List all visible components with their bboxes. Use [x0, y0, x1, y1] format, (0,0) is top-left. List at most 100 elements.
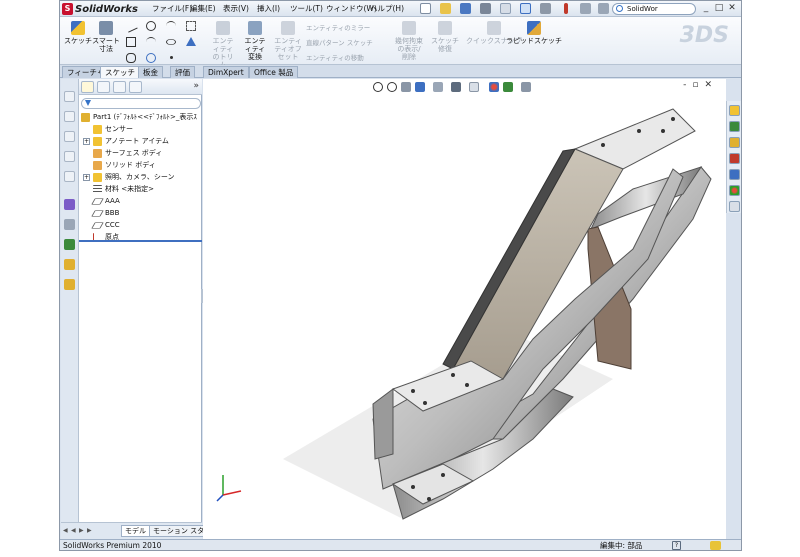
search-results-icon[interactable] — [729, 153, 740, 164]
minimize-button[interactable]: _ — [700, 3, 712, 14]
view-palette-icon[interactable] — [729, 169, 740, 180]
move-entities-button[interactable]: エンティティの移動 — [306, 52, 364, 62]
select-icon[interactable] — [520, 3, 531, 14]
dimxpert-tab-icon[interactable] — [129, 81, 142, 93]
tree-item[interactable]: AAA — [91, 196, 120, 207]
tree-item[interactable]: BBB — [91, 208, 119, 219]
tree-item[interactable]: 材料 <未指定> — [93, 184, 154, 195]
undo-icon[interactable] — [500, 3, 511, 14]
configuration-tab-icon[interactable] — [113, 81, 126, 93]
trim-entities-button[interactable]: エンティティのトリム — [210, 21, 236, 69]
open-icon[interactable] — [440, 3, 451, 14]
last-tab-icon[interactable]: ▶ — [87, 527, 93, 534]
point-icon[interactable] — [170, 56, 173, 59]
tab-dimxpert[interactable]: DimXpert — [203, 66, 249, 78]
close-button[interactable]: ✕ — [726, 3, 738, 14]
surface-tool-icon[interactable] — [64, 171, 75, 182]
product-name: SolidWorks Premium 2010 — [63, 541, 162, 550]
graphics-area[interactable]: -▫✕ — [203, 79, 726, 539]
tab-sheet-metal[interactable]: 板金 — [138, 66, 163, 78]
solidworks-logo[interactable]: S SolidWorks — [62, 2, 138, 16]
tree-item[interactable]: サーフェス ボディ — [93, 148, 162, 159]
help-icon[interactable]: ? — [672, 541, 681, 550]
status-bar: SolidWorks Premium 2010 編集中: 部品 ? — [60, 539, 741, 550]
display-relations-button[interactable]: 幾何拘束の表示/削除 — [394, 21, 424, 61]
offset-label: エンティティオフセット — [274, 37, 302, 61]
expand-icon[interactable]: + — [83, 138, 90, 145]
expand-icon[interactable]: + — [83, 174, 90, 181]
linear-pattern-button[interactable]: 直線パターン スケッチ — [306, 37, 373, 47]
tree-root[interactable]: Part1 (ﾃﾞﾌｫﾙﾄ<<ﾃﾞﾌｫﾙﾄ>_表示ｽ — [81, 112, 197, 123]
part-icon — [81, 113, 90, 122]
sketch-pen-icon[interactable] — [64, 199, 75, 210]
offset-entities-button[interactable]: エンティティオフセット — [274, 21, 302, 61]
circle-icon[interactable] — [146, 21, 156, 31]
rectangle-icon[interactable] — [126, 37, 136, 47]
line-icon[interactable] — [124, 19, 138, 33]
tree-item[interactable]: + アノテート アイテム — [83, 136, 169, 147]
tree-item[interactable]: CCC — [91, 220, 120, 231]
file-properties-icon[interactable] — [580, 3, 591, 14]
polygon-icon[interactable] — [146, 53, 156, 63]
text-icon[interactable] — [186, 37, 196, 46]
convert-entities-button[interactable]: エンティティ変換 — [242, 21, 268, 61]
repair-sketch-icon — [438, 21, 452, 35]
traffic-light-icon[interactable] — [564, 3, 568, 14]
file-explorer-icon[interactable] — [729, 137, 740, 148]
menu-insert[interactable]: 挿入(I) — [257, 3, 280, 15]
menu-tools[interactable]: ツール(T) — [290, 3, 323, 15]
options-icon[interactable] — [598, 3, 609, 14]
save-icon[interactable] — [460, 3, 471, 14]
feature-tree-tab-icon[interactable] — [81, 81, 94, 93]
spline-icon[interactable] — [166, 21, 176, 31]
sheet-tool-icon[interactable] — [64, 111, 75, 122]
prev-tab-icon[interactable]: ◀ — [71, 527, 77, 534]
library-icon[interactable] — [64, 279, 75, 290]
rollback-bar[interactable] — [79, 240, 202, 242]
next-tab-icon[interactable]: ▶ — [79, 527, 85, 534]
part-model[interactable] — [203, 79, 726, 539]
menu-view[interactable]: 表示(V) — [223, 3, 249, 15]
rebuild-icon[interactable] — [540, 3, 551, 14]
arc-icon[interactable] — [146, 37, 156, 47]
sketch-icon — [71, 21, 85, 35]
tree-item[interactable]: センサー — [93, 124, 133, 135]
new-icon[interactable] — [420, 3, 431, 14]
plane-icon — [91, 210, 104, 217]
tab-office-products[interactable]: Office 製品 — [249, 66, 299, 78]
plane-sketch-icon[interactable] — [186, 21, 196, 31]
resources-icon[interactable] — [729, 105, 740, 116]
custom-properties-icon[interactable] — [729, 201, 740, 212]
slot-icon[interactable] — [126, 53, 136, 63]
ellipse-icon[interactable] — [166, 39, 176, 45]
restore-button[interactable]: □ — [713, 3, 725, 14]
rapid-sketch-button[interactable]: ラピッドスケッチ — [506, 21, 562, 45]
expand-tabs-icon[interactable]: » — [193, 81, 199, 91]
sketch-tool-icon[interactable] — [64, 91, 75, 102]
tree-item[interactable]: ソリッド ボディ — [93, 160, 156, 171]
first-tab-icon[interactable]: ◀ — [63, 527, 69, 534]
design-library-icon[interactable] — [729, 121, 740, 132]
dimension-tool-icon[interactable] — [64, 219, 75, 230]
menu-help[interactable]: ヘルプ(H) — [370, 3, 404, 15]
tab-evaluate[interactable]: 評価 — [170, 66, 195, 78]
section-tool-icon[interactable] — [64, 151, 75, 162]
property-manager-tab-icon[interactable] — [97, 81, 110, 93]
menu-file[interactable]: ファイル(F) — [152, 3, 192, 15]
toolbox-icon[interactable] — [64, 259, 75, 270]
repair-sketch-button[interactable]: スケッチ修復 — [430, 21, 460, 53]
tab-model[interactable]: モデル — [121, 525, 150, 537]
menu-edit[interactable]: 編集(E) — [190, 3, 216, 15]
tab-sketch[interactable]: スケッチ — [100, 66, 140, 78]
search-input[interactable]: SolidWor — [612, 3, 696, 15]
print-icon[interactable] — [480, 3, 491, 14]
routing-icon[interactable] — [64, 239, 75, 250]
mirror-entities-button[interactable]: エンティティのミラー — [306, 22, 370, 32]
tree-item[interactable]: + 照明、カメラ、シーン — [83, 172, 175, 183]
rebuild-status-icon[interactable] — [710, 541, 721, 550]
smart-dimension-button[interactable]: スマート寸法 — [92, 21, 120, 53]
sketch-button[interactable]: スケッチ — [64, 21, 92, 45]
tree-filter-input[interactable] — [81, 98, 201, 109]
view-tool-icon[interactable] — [64, 131, 75, 142]
appearances-icon[interactable] — [729, 185, 740, 196]
